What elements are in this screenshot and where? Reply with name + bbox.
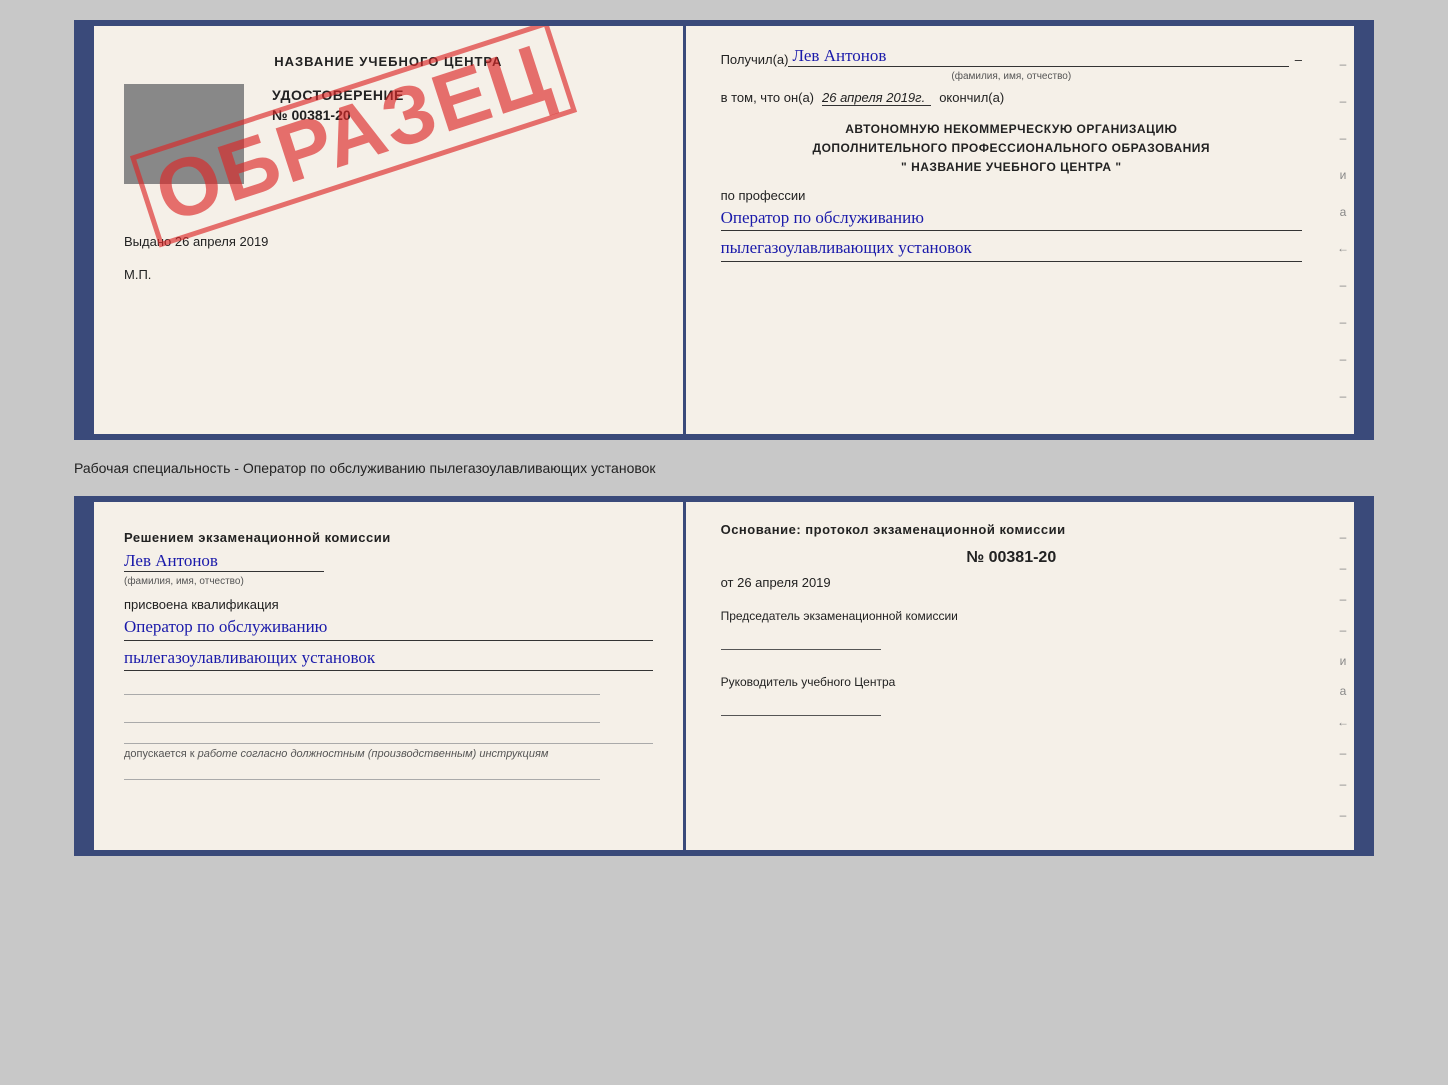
basis-label: Основание: протокол экзаменационной коми… [721, 522, 1302, 537]
protocol-date: от 26 апреля 2019 [721, 575, 1302, 590]
allowed-text: работе согласно должностным (производств… [198, 748, 549, 760]
cert-doc-number: № 00381-20 [272, 107, 653, 123]
left-spine-bottom [80, 502, 94, 850]
cert-left-page: НАЗВАНИЕ УЧЕБНОГО ЦЕНТРА УДОСТОВЕРЕНИЕ №… [94, 26, 686, 434]
org-line2: ДОПОЛНИТЕЛЬНОГО ПРОФЕССИОНАЛЬНОГО ОБРАЗО… [721, 139, 1302, 158]
cert-right-page: Получил(а) Лев Антонов – (фамилия, имя, … [686, 26, 1332, 434]
bottom-left-page: Решением экзаменационной комиссии Лев Ан… [94, 502, 686, 850]
profession-line1: Оператор по обслуживанию [721, 205, 1302, 232]
org-block: АВТОНОМНУЮ НЕКОММЕРЧЕСКУЮ ОРГАНИЗАЦИЮ ДО… [721, 120, 1302, 178]
profession-label: по профессии [721, 188, 1302, 203]
fio-sublabel-top: (фамилия, имя, отчество) [721, 71, 1302, 82]
issued-label: Выдано [124, 234, 171, 249]
cert-doc-title: УДОСТОВЕРЕНИЕ [272, 87, 653, 103]
right-spine-bottom [1354, 502, 1368, 850]
person-name-blue: Лев Антонов [124, 551, 324, 572]
director-label: Руководитель учебного Центра [721, 674, 1302, 691]
bottom-right-page: Основание: протокол экзаменационной коми… [686, 502, 1332, 850]
bottom-person-name: Лев Антонов [124, 551, 653, 574]
recipient-line: Получил(а) Лев Антонов – [721, 46, 1302, 67]
cert-issued-line: Выдано 26 апреля 2019 [124, 234, 653, 249]
chairman-label: Председатель экзаменационной комиссии [721, 608, 1302, 625]
cert-photo-placeholder [124, 84, 244, 184]
date-value: 26 апреля 2019г. [822, 90, 931, 106]
director-signature-line [721, 715, 881, 716]
center-name-top: НАЗВАНИЕ УЧЕБНОГО ЦЕНТРА [124, 54, 653, 69]
right-side-dashes-bottom: – – – – и а ← – – – [1332, 502, 1354, 850]
chairman-signature-line [721, 649, 881, 650]
fio-sublabel-bottom: (фамилия, имя, отчество) [124, 576, 653, 587]
blank-line-3 [124, 760, 600, 780]
issued-date: 26 апреля 2019 [175, 234, 269, 249]
protocol-date-value: 26 апреля 2019 [737, 575, 831, 590]
protocol-number: № 00381-20 [721, 549, 1302, 567]
date-line-prefix: в том, что он(а) [721, 90, 814, 105]
allowed-prefix: допускается к [124, 748, 195, 760]
blank-line-1 [124, 675, 600, 695]
allowed-line: допускается к работе согласно должностны… [124, 743, 653, 760]
date-completed-line: в том, что он(а) 26 апреля 2019г. окончи… [721, 90, 1302, 106]
right-spine-top [1354, 26, 1368, 434]
org-line3: " НАЗВАНИЕ УЧЕБНОГО ЦЕНТРА " [721, 158, 1302, 177]
protocol-date-prefix: от [721, 575, 734, 590]
right-side-dashes-top: – – – и а ← – – – – [1332, 26, 1354, 434]
document-container: НАЗВАНИЕ УЧЕБНОГО ЦЕНТРА УДОСТОВЕРЕНИЕ №… [74, 20, 1374, 856]
decision-title: Решением экзаменационной комиссии [124, 530, 653, 545]
recipient-name: Лев Антонов [788, 46, 1288, 67]
qualification-line2: пылегазоулавливающих установок [124, 645, 653, 672]
completed-label: окончил(а) [939, 90, 1004, 105]
bottom-certificate-spread: Решением экзаменационной комиссии Лев Ан… [74, 496, 1374, 856]
blank-line-2 [124, 703, 600, 723]
qualification-line1: Оператор по обслуживанию [124, 614, 653, 641]
cert-mp: М.П. [124, 267, 653, 282]
received-label: Получил(а) [721, 52, 789, 67]
separator-text: Рабочая специальность - Оператор по обсл… [74, 452, 1374, 484]
left-spine [80, 26, 94, 434]
top-certificate-spread: НАЗВАНИЕ УЧЕБНОГО ЦЕНТРА УДОСТОВЕРЕНИЕ №… [74, 20, 1374, 440]
profession-line2: пылегазоулавливающих установок [721, 235, 1302, 262]
qualification-label: присвоена квалификация [124, 597, 653, 612]
org-line1: АВТОНОМНУЮ НЕКОММЕРЧЕСКУЮ ОРГАНИЗАЦИЮ [721, 120, 1302, 139]
